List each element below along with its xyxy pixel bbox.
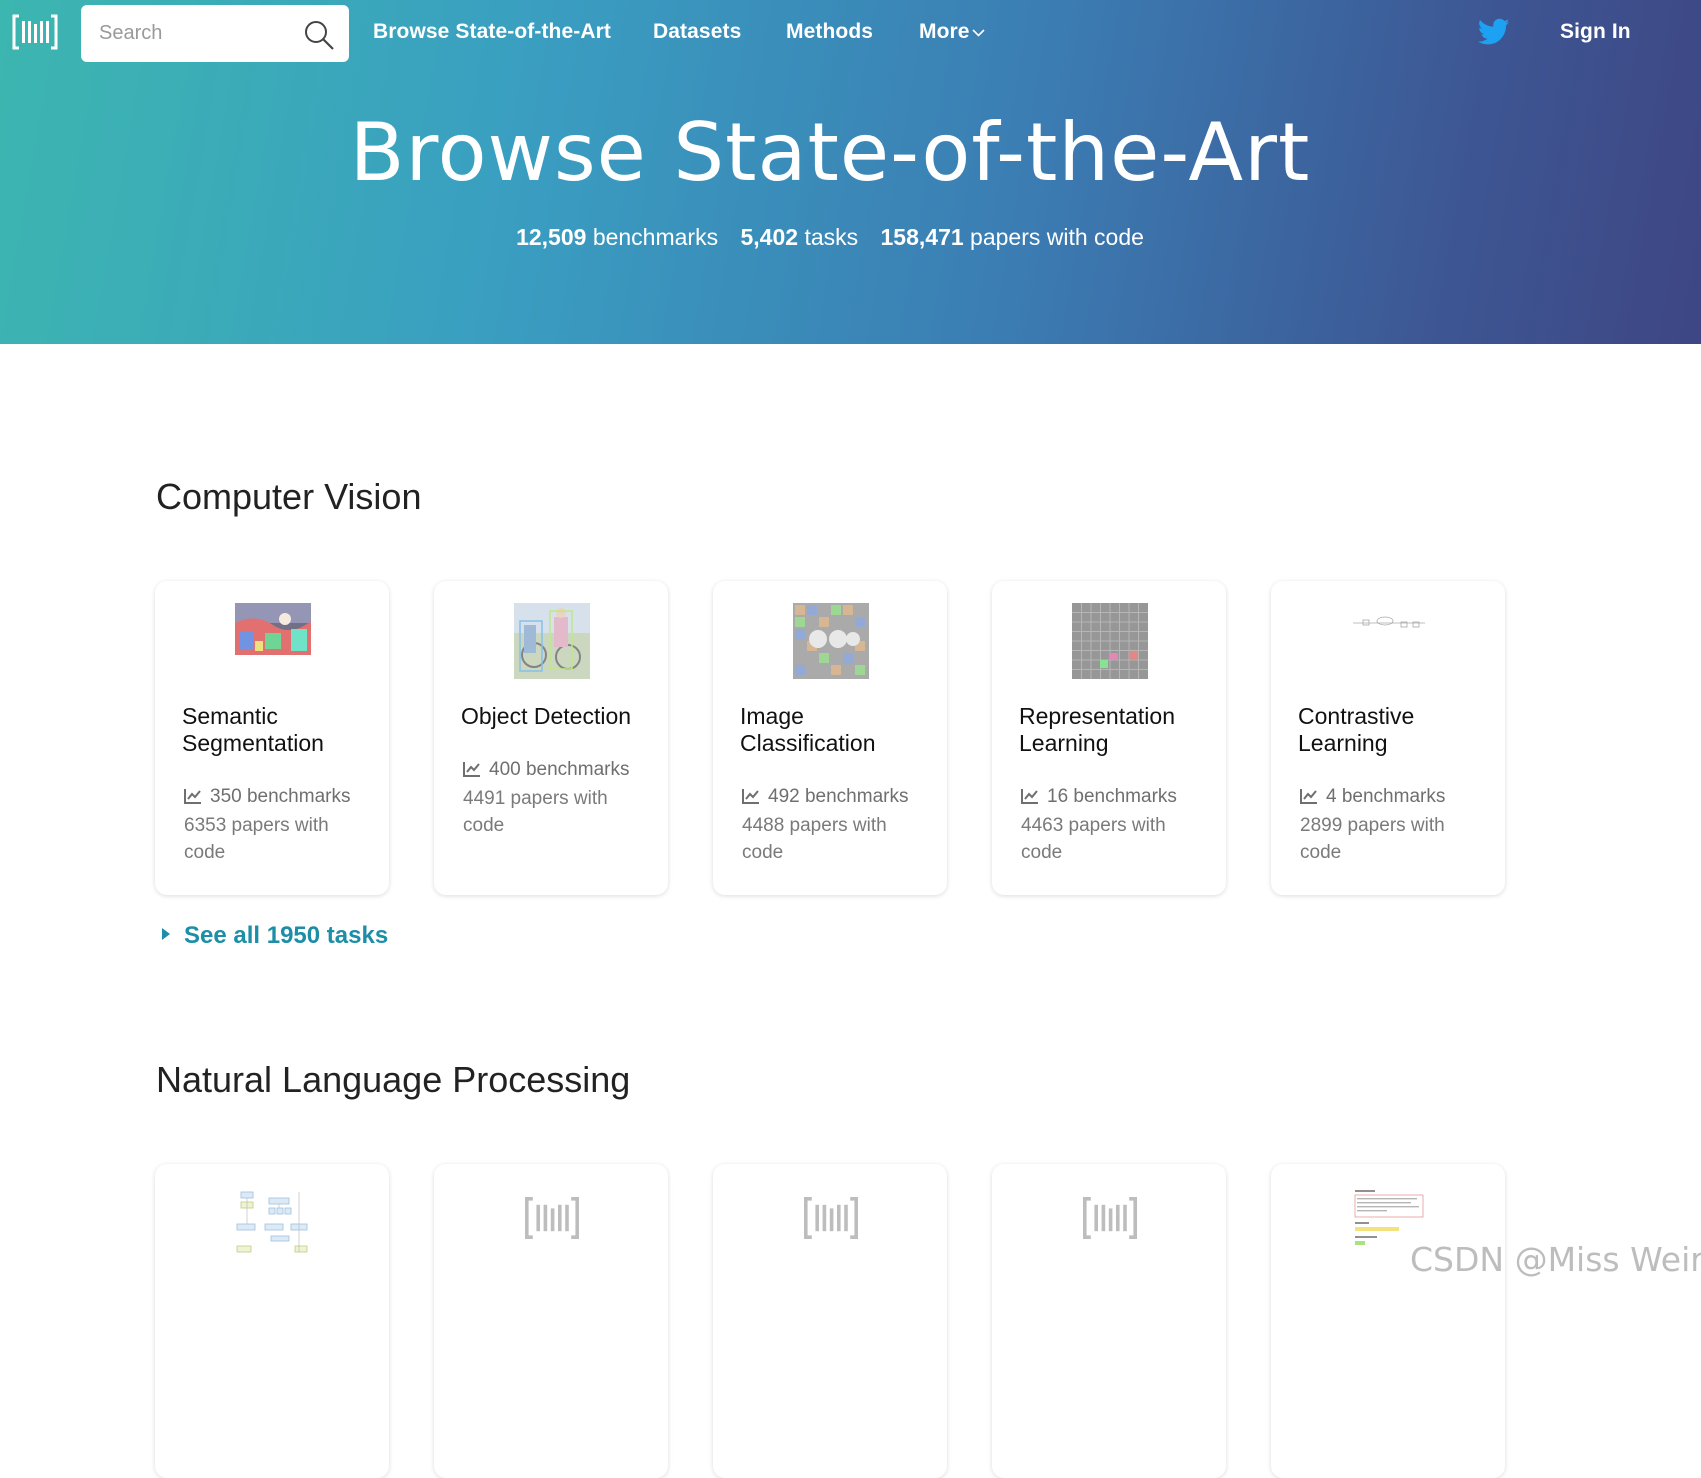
task-card-nlp-5[interactable]: [1271, 1164, 1505, 1478]
hero-banner: Browse State-of-the-Art Datasets Methods…: [0, 0, 1701, 344]
task-benchmarks: 492 benchmarks: [742, 786, 908, 808]
stat-value: 158,471: [880, 224, 964, 250]
line-chart-icon: [463, 762, 480, 777]
search-input[interactable]: [99, 17, 289, 49]
nav-methods[interactable]: Methods: [786, 20, 873, 44]
sign-in-link[interactable]: Sign In: [1560, 20, 1631, 44]
task-card-nlp-3[interactable]: [713, 1164, 947, 1478]
image-classification-thumbnail: [793, 603, 869, 679]
stat-value: 5,402: [740, 224, 799, 250]
stat-papers: 158,471 papers with code: [881, 224, 1144, 250]
placeholder-logo-icon: [1083, 1197, 1137, 1239]
task-papers: 4488 papers with code: [742, 815, 887, 863]
stat-benchmarks: 12,509 benchmarks: [516, 224, 718, 250]
task-papers: 2899 papers with code: [1300, 815, 1445, 863]
line-chart-icon: [742, 789, 759, 804]
task-name: Contrastive Learning: [1298, 703, 1415, 756]
task-card-nlp-2[interactable]: [434, 1164, 668, 1478]
benchmarks-count: 492 benchmarks: [768, 786, 909, 807]
paperswithcode-logo-icon[interactable]: [12, 12, 58, 52]
task-card-nlp-4[interactable]: [992, 1164, 1226, 1478]
semantic-segmentation-thumbnail: [235, 603, 311, 655]
see-all-cv-tasks-link[interactable]: See all 1950 tasks: [162, 922, 388, 950]
task-name: Object Detection: [461, 703, 632, 729]
task-name: Image Classification: [740, 703, 876, 756]
task-benchmarks: 16 benchmarks: [1021, 786, 1177, 808]
task-benchmarks: 350 benchmarks: [184, 786, 350, 808]
caret-right-icon: [162, 928, 170, 940]
nav-more-label: More: [919, 20, 970, 43]
section-title-computer-vision: Computer Vision: [156, 476, 422, 517]
representation-learning-thumbnail: [1072, 603, 1148, 679]
stat-label: papers with code: [970, 224, 1144, 250]
nav-more[interactable]: More: [919, 20, 985, 44]
placeholder-logo-icon: [804, 1197, 858, 1239]
task-papers: 6353 papers with code: [184, 815, 329, 863]
task-card-semantic-segmentation[interactable]: Semantic Segmentation 350 benchmarks 635…: [155, 581, 389, 895]
task-papers: 4491 papers with code: [463, 788, 608, 836]
task-card-object-detection[interactable]: Object Detection 400 benchmarks 4491 pap…: [434, 581, 668, 895]
search-icon[interactable]: [303, 19, 335, 51]
contrastive-learning-thumbnail: [1353, 616, 1425, 628]
search-box[interactable]: [81, 5, 349, 62]
object-detection-thumbnail: [514, 603, 590, 679]
hero-stats: 12,509 benchmarks 5,402 tasks 158,471 pa…: [0, 224, 1660, 251]
task-papers: 4463 papers with code: [1021, 815, 1166, 863]
stat-value: 12,509: [516, 224, 587, 250]
stat-tasks: 5,402 tasks: [740, 224, 858, 250]
task-name: Representation Learning: [1019, 703, 1175, 756]
section-title-nlp: Natural Language Processing: [156, 1059, 631, 1100]
task-benchmarks: 4 benchmarks: [1300, 786, 1445, 808]
task-name: Semantic Segmentation: [182, 703, 324, 756]
benchmarks-count: 4 benchmarks: [1326, 786, 1446, 807]
twitter-icon[interactable]: [1478, 18, 1510, 46]
benchmarks-count: 16 benchmarks: [1047, 786, 1177, 807]
task-benchmarks: 400 benchmarks: [463, 759, 629, 781]
nav-datasets[interactable]: Datasets: [653, 20, 741, 44]
hero-title: Browse State-of-the-Art: [349, 106, 1311, 199]
task-card-representation-learning[interactable]: Representation Learning 16 benchmarks 44…: [992, 581, 1226, 895]
watermark: CSDN @Miss Weird: [1410, 1240, 1701, 1279]
stat-label: benchmarks: [592, 224, 719, 250]
benchmarks-count: 400 benchmarks: [489, 759, 630, 780]
see-all-label: See all 1950 tasks: [184, 922, 389, 949]
benchmarks-count: 350 benchmarks: [210, 786, 351, 807]
nlp-diagram-thumbnail: [236, 1191, 308, 1253]
chevron-down-icon: [972, 29, 985, 37]
stat-label: tasks: [804, 224, 859, 250]
nav-browse-sota[interactable]: Browse State-of-the-Art: [373, 20, 611, 44]
task-card-contrastive-learning[interactable]: Contrastive Learning 4 benchmarks 2899 p…: [1271, 581, 1505, 895]
task-card-image-classification[interactable]: Image Classification 492 benchmarks 4488…: [713, 581, 947, 895]
line-chart-icon: [1300, 789, 1317, 804]
placeholder-logo-icon: [525, 1197, 579, 1239]
line-chart-icon: [184, 789, 201, 804]
task-card-nlp-1[interactable]: [155, 1164, 389, 1478]
line-chart-icon: [1021, 789, 1038, 804]
